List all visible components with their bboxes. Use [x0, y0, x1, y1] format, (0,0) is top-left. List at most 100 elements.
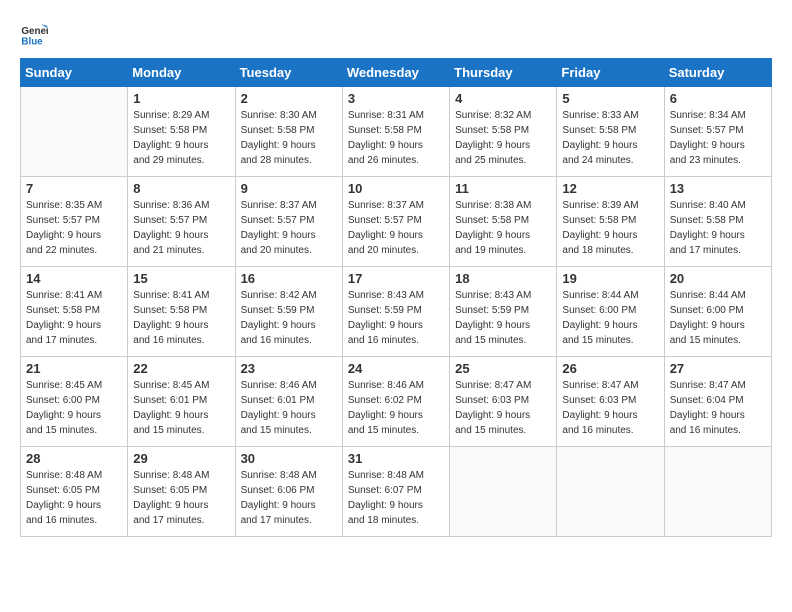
calendar-week-row: 28Sunrise: 8:48 AMSunset: 6:05 PMDayligh… [21, 447, 772, 537]
calendar-cell: 16 Sunrise: 8:42 AMSunset: 5:59 PMDayligh… [235, 267, 342, 357]
day-number: 18 [455, 271, 551, 286]
calendar-cell: 28Sunrise: 8:48 AMSunset: 6:05 PMDayligh… [21, 447, 128, 537]
day-info: Sunrise: 8:37 AMSunset: 5:57 PMDaylight:… [241, 198, 337, 258]
calendar-cell: 30 Sunrise: 8:48 AMSunset: 6:06 PMDayligh… [235, 447, 342, 537]
day-number: 31 [348, 451, 444, 466]
day-info: Sunrise: 8:39 AMSunset: 5:58 PMDaylight:… [562, 198, 658, 258]
day-info: Sunrise: 8:41 AMSunset: 5:58 PMDaylight:… [133, 288, 229, 348]
day-info: Sunrise: 8:47 AMSunset: 6:04 PMDaylight:… [670, 378, 766, 438]
weekday-header: Wednesday [342, 59, 449, 87]
day-number: 22 [133, 361, 229, 376]
calendar-cell [450, 447, 557, 537]
calendar-week-row: 14 Sunrise: 8:41 AMSunset: 5:58 PMDayligh… [21, 267, 772, 357]
day-number: 29 [133, 451, 229, 466]
calendar-cell: 27Sunrise: 8:47 AMSunset: 6:04 PMDayligh… [664, 357, 771, 447]
day-info: Sunrise: 8:33 AMSunset: 5:58 PMDaylight:… [562, 108, 658, 168]
day-number: 20 [670, 271, 766, 286]
calendar-cell: 23 Sunrise: 8:46 AMSunset: 6:01 PMDayligh… [235, 357, 342, 447]
day-info: Sunrise: 8:45 AMSunset: 6:01 PMDaylight:… [133, 378, 229, 438]
calendar-cell: 20 Sunrise: 8:44 AMSunset: 6:00 PMDayligh… [664, 267, 771, 357]
page-header: General Blue [20, 20, 772, 48]
day-number: 21 [26, 361, 122, 376]
calendar-cell: 5 Sunrise: 8:33 AMSunset: 5:58 PMDaylight… [557, 87, 664, 177]
calendar-week-row: 1 Sunrise: 8:29 AMSunset: 5:58 PMDaylight… [21, 87, 772, 177]
day-info: Sunrise: 8:48 AMSunset: 6:05 PMDaylight:… [133, 468, 229, 528]
svg-text:General: General [21, 26, 48, 37]
day-info: Sunrise: 8:29 AMSunset: 5:58 PMDaylight:… [133, 108, 229, 168]
calendar-cell: 9 Sunrise: 8:37 AMSunset: 5:57 PMDaylight… [235, 177, 342, 267]
day-number: 7 [26, 181, 122, 196]
calendar-cell: 8Sunrise: 8:36 AMSunset: 5:57 PMDaylight… [128, 177, 235, 267]
day-number: 30 [241, 451, 337, 466]
calendar-cell: 18 Sunrise: 8:43 AMSunset: 5:59 PMDayligh… [450, 267, 557, 357]
day-info: Sunrise: 8:41 AMSunset: 5:58 PMDaylight:… [26, 288, 122, 348]
calendar-cell: 3 Sunrise: 8:31 AMSunset: 5:58 PMDaylight… [342, 87, 449, 177]
day-number: 19 [562, 271, 658, 286]
day-number: 26 [562, 361, 658, 376]
calendar-cell: 12 Sunrise: 8:39 AMSunset: 5:58 PMDayligh… [557, 177, 664, 267]
calendar-week-row: 7 Sunrise: 8:35 AMSunset: 5:57 PMDaylight… [21, 177, 772, 267]
calendar-cell: 4Sunrise: 8:32 AMSunset: 5:58 PMDaylight… [450, 87, 557, 177]
day-info: Sunrise: 8:32 AMSunset: 5:58 PMDaylight:… [455, 108, 551, 168]
day-number: 10 [348, 181, 444, 196]
calendar-cell [21, 87, 128, 177]
day-info: Sunrise: 8:48 AMSunset: 6:07 PMDaylight:… [348, 468, 444, 528]
calendar-cell [557, 447, 664, 537]
day-info: Sunrise: 8:35 AMSunset: 5:57 PMDaylight:… [26, 198, 122, 258]
svg-text:Blue: Blue [21, 37, 43, 48]
day-info: Sunrise: 8:34 AMSunset: 5:57 PMDaylight:… [670, 108, 766, 168]
weekday-header: Sunday [21, 59, 128, 87]
day-info: Sunrise: 8:43 AMSunset: 5:59 PMDaylight:… [455, 288, 551, 348]
day-number: 23 [241, 361, 337, 376]
day-info: Sunrise: 8:30 AMSunset: 5:58 PMDaylight:… [241, 108, 337, 168]
day-number: 24 [348, 361, 444, 376]
calendar-cell: 7 Sunrise: 8:35 AMSunset: 5:57 PMDaylight… [21, 177, 128, 267]
day-info: Sunrise: 8:46 AMSunset: 6:02 PMDaylight:… [348, 378, 444, 438]
calendar-cell: 24 Sunrise: 8:46 AMSunset: 6:02 PMDayligh… [342, 357, 449, 447]
calendar-cell: 26Sunrise: 8:47 AMSunset: 6:03 PMDayligh… [557, 357, 664, 447]
day-info: Sunrise: 8:40 AMSunset: 5:58 PMDaylight:… [670, 198, 766, 258]
calendar-cell: 1 Sunrise: 8:29 AMSunset: 5:58 PMDaylight… [128, 87, 235, 177]
day-info: Sunrise: 8:43 AMSunset: 5:59 PMDaylight:… [348, 288, 444, 348]
day-number: 5 [562, 91, 658, 106]
weekday-header: Tuesday [235, 59, 342, 87]
day-number: 16 [241, 271, 337, 286]
calendar-cell: 15Sunrise: 8:41 AMSunset: 5:58 PMDayligh… [128, 267, 235, 357]
day-info: Sunrise: 8:46 AMSunset: 6:01 PMDaylight:… [241, 378, 337, 438]
day-number: 12 [562, 181, 658, 196]
calendar-table: SundayMondayTuesdayWednesdayThursdayFrid… [20, 58, 772, 537]
calendar-cell: 6 Sunrise: 8:34 AMSunset: 5:57 PMDaylight… [664, 87, 771, 177]
day-number: 17 [348, 271, 444, 286]
logo-icon: General Blue [20, 20, 48, 48]
calendar-body: 1 Sunrise: 8:29 AMSunset: 5:58 PMDaylight… [21, 87, 772, 537]
calendar-cell: 17 Sunrise: 8:43 AMSunset: 5:59 PMDayligh… [342, 267, 449, 357]
day-info: Sunrise: 8:44 AMSunset: 6:00 PMDaylight:… [562, 288, 658, 348]
calendar-cell: 31 Sunrise: 8:48 AMSunset: 6:07 PMDayligh… [342, 447, 449, 537]
day-info: Sunrise: 8:31 AMSunset: 5:58 PMDaylight:… [348, 108, 444, 168]
day-number: 9 [241, 181, 337, 196]
calendar-cell: 14 Sunrise: 8:41 AMSunset: 5:58 PMDayligh… [21, 267, 128, 357]
day-number: 1 [133, 91, 229, 106]
day-info: Sunrise: 8:47 AMSunset: 6:03 PMDaylight:… [455, 378, 551, 438]
calendar-cell [664, 447, 771, 537]
calendar-header: SundayMondayTuesdayWednesdayThursdayFrid… [21, 59, 772, 87]
day-info: Sunrise: 8:42 AMSunset: 5:59 PMDaylight:… [241, 288, 337, 348]
day-info: Sunrise: 8:44 AMSunset: 6:00 PMDaylight:… [670, 288, 766, 348]
weekday-header: Friday [557, 59, 664, 87]
calendar-cell: 11Sunrise: 8:38 AMSunset: 5:58 PMDayligh… [450, 177, 557, 267]
day-info: Sunrise: 8:36 AMSunset: 5:57 PMDaylight:… [133, 198, 229, 258]
calendar-cell: 13 Sunrise: 8:40 AMSunset: 5:58 PMDayligh… [664, 177, 771, 267]
day-info: Sunrise: 8:38 AMSunset: 5:58 PMDaylight:… [455, 198, 551, 258]
day-number: 13 [670, 181, 766, 196]
calendar-cell: 21Sunrise: 8:45 AMSunset: 6:00 PMDayligh… [21, 357, 128, 447]
day-info: Sunrise: 8:48 AMSunset: 6:06 PMDaylight:… [241, 468, 337, 528]
weekday-header: Thursday [450, 59, 557, 87]
day-info: Sunrise: 8:37 AMSunset: 5:57 PMDaylight:… [348, 198, 444, 258]
day-number: 3 [348, 91, 444, 106]
day-number: 6 [670, 91, 766, 106]
calendar-cell: 22 Sunrise: 8:45 AMSunset: 6:01 PMDayligh… [128, 357, 235, 447]
calendar-week-row: 21Sunrise: 8:45 AMSunset: 6:00 PMDayligh… [21, 357, 772, 447]
weekday-header: Monday [128, 59, 235, 87]
day-number: 2 [241, 91, 337, 106]
day-number: 14 [26, 271, 122, 286]
